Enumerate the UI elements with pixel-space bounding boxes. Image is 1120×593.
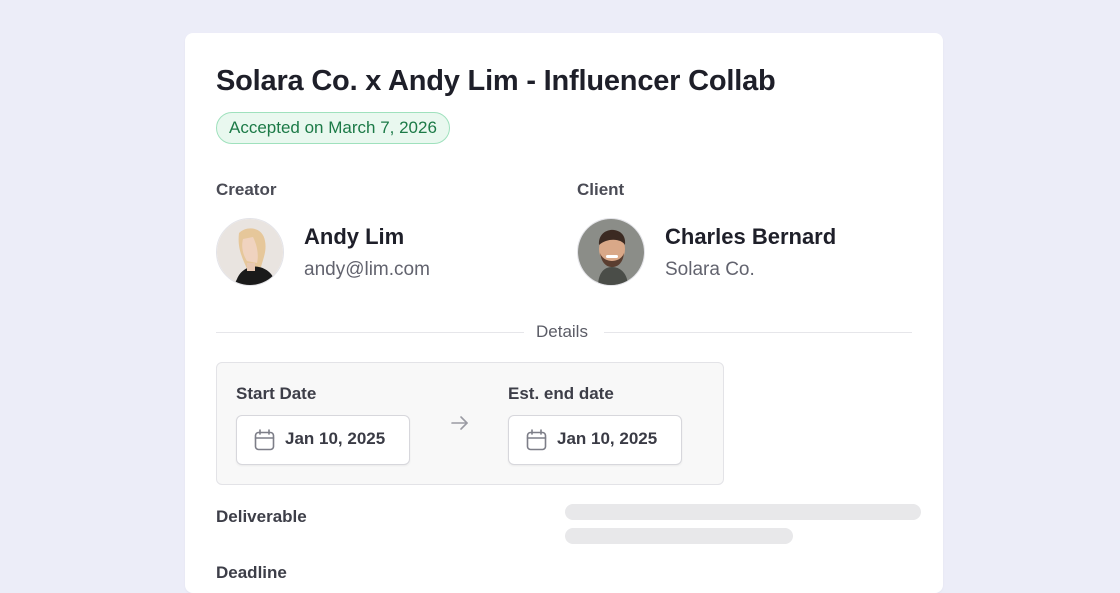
details-divider-label: Details — [536, 322, 588, 341]
status-badge: Accepted on March 7, 2026 — [216, 112, 450, 144]
client-name: Charles Bernard — [665, 224, 837, 249]
deliverable-skeleton-line — [565, 504, 921, 520]
start-date-field[interactable]: Jan 10, 2025 — [236, 415, 410, 465]
divider-line-right — [604, 332, 912, 333]
page-title: Solara Co. x Andy Lim - Influencer Colla… — [216, 65, 776, 97]
deliverable-skeleton-line — [565, 528, 793, 544]
client-label: Client — [577, 180, 625, 199]
end-date-field[interactable]: Jan 10, 2025 — [508, 415, 682, 465]
collab-card: Solara Co. x Andy Lim - Influencer Colla… — [185, 33, 943, 593]
calendar-icon — [254, 429, 275, 456]
end-date-label: Est. end date — [508, 384, 614, 403]
client-company: Solara Co. — [665, 259, 755, 280]
deadline-label: Deadline — [216, 563, 287, 582]
start-date-label: Start Date — [236, 384, 317, 403]
start-date-value: Jan 10, 2025 — [285, 429, 386, 448]
creator-avatar — [216, 218, 284, 286]
creator-email: andy@lim.com — [304, 259, 430, 280]
divider-line-left — [216, 332, 524, 333]
creator-label: Creator — [216, 180, 277, 199]
calendar-icon — [526, 429, 547, 456]
arrow-right-icon — [450, 413, 470, 438]
date-range-panel: Start Date Jan 10, 2025 Est. end date Ja… — [216, 362, 724, 485]
client-avatar — [577, 218, 645, 286]
end-date-value: Jan 10, 2025 — [557, 429, 658, 448]
creator-name: Andy Lim — [304, 224, 405, 249]
deliverable-label: Deliverable — [216, 507, 307, 526]
